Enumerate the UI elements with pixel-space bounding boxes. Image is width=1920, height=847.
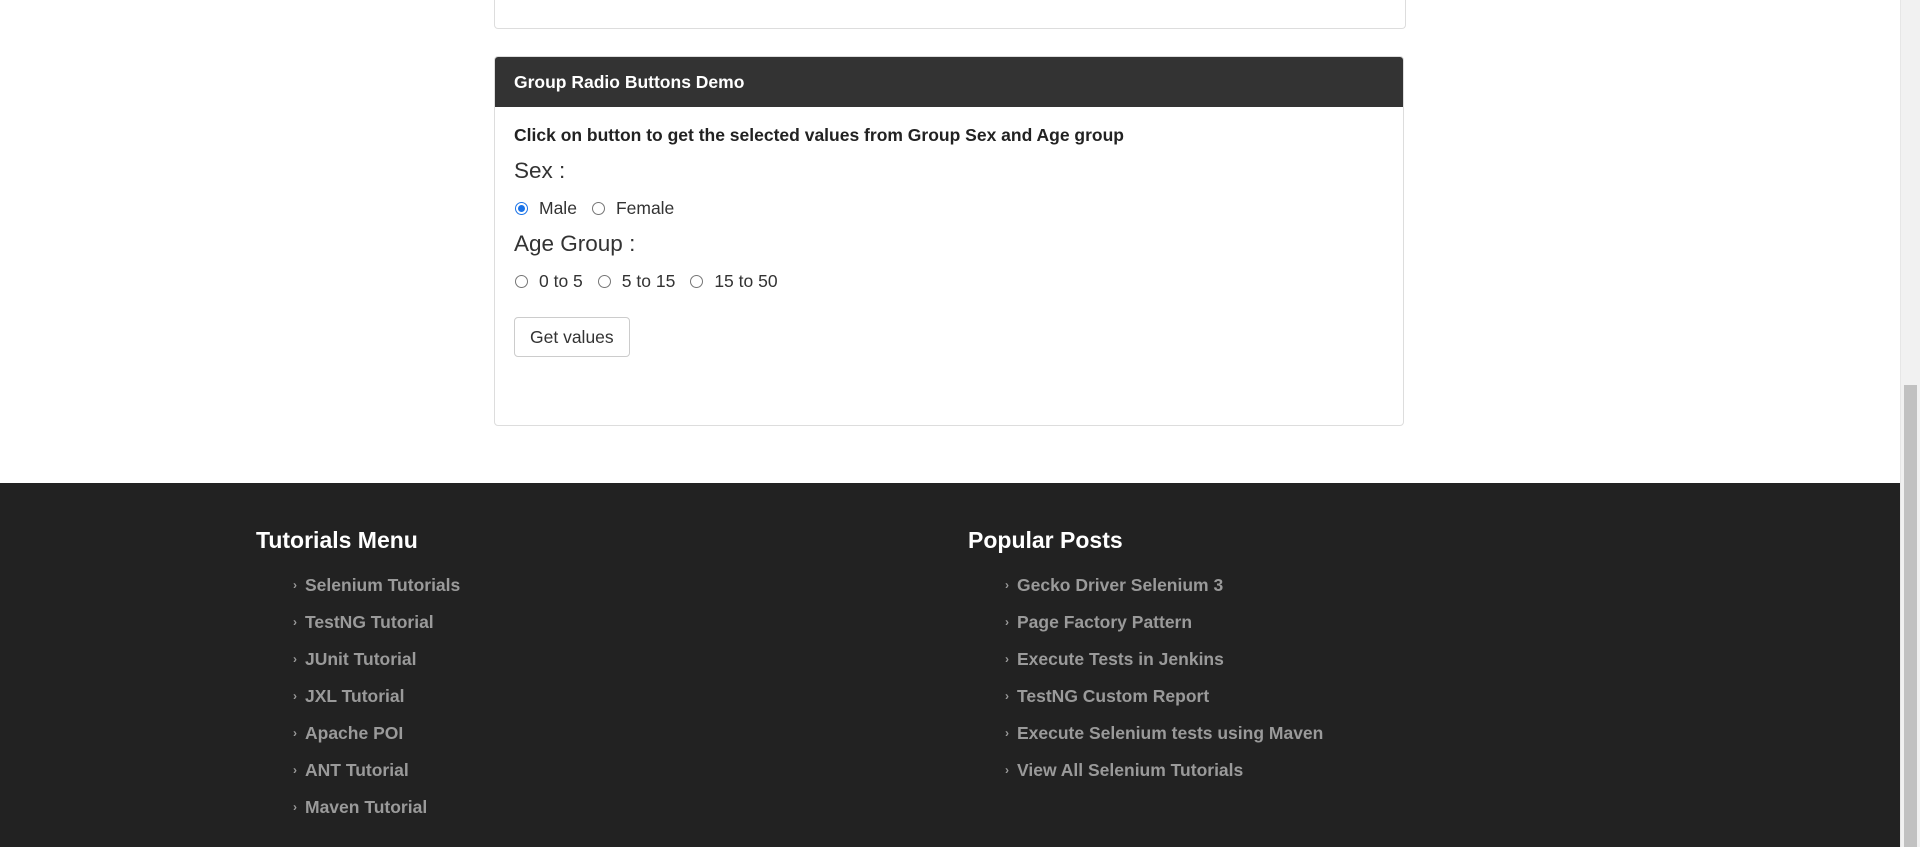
chevron-right-icon: › [1005,726,1009,740]
tutorial-link-apache-poi[interactable]: › Apache POI [293,715,460,752]
age-group-label: Age Group : [514,231,636,256]
chevron-right-icon: › [1005,763,1009,777]
popular-posts-title: Popular Posts [968,527,1123,553]
popular-posts: Popular Posts › Gecko Driver Selenium 3 ›… [968,525,1323,789]
post-link-page-factory[interactable]: › Page Factory Pattern [1005,604,1323,641]
chevron-right-icon: › [293,615,297,629]
tutorials-menu-title: Tutorials Menu [256,527,418,553]
radio-age-5-15-label: 5 to 15 [621,271,676,291]
tutorial-link-maven[interactable]: › Maven Tutorial [293,789,460,826]
link-text[interactable]: Gecko Driver Selenium 3 [1017,567,1223,604]
radio-age-0-5[interactable] [515,275,528,288]
footer: Tutorials Menu › Selenium Tutorials › Test… [0,483,1900,847]
vertical-scrollbar[interactable] [1900,0,1920,847]
chevron-right-icon: › [1005,615,1009,629]
previous-panel [494,0,1406,29]
tutorials-list: › Selenium Tutorials › TestNG Tutorial › JU… [256,567,460,826]
tutorial-link-selenium[interactable]: › Selenium Tutorials [293,567,460,604]
radio-male-label: Male [539,198,577,218]
sex-radio-group: Male Female [514,198,1384,219]
chevron-right-icon: › [293,726,297,740]
radio-age-15-50[interactable] [690,275,704,288]
chevron-right-icon: › [1005,689,1009,703]
sex-option-male[interactable]: Male [514,198,577,219]
tutorial-link-ant[interactable]: › ANT Tutorial [293,752,460,789]
chevron-right-icon: › [293,578,297,592]
instruction-text: Click on button to get the selected valu… [514,125,1124,145]
tutorials-menu: Tutorials Menu › Selenium Tutorials › Test… [256,525,460,826]
link-text[interactable]: JUnit Tutorial [305,641,416,678]
radio-age-5-15[interactable] [597,275,611,288]
age-option-5-15[interactable]: 5 to 15 [597,271,676,292]
sex-option-female[interactable]: Female [591,198,674,219]
link-text[interactable]: Selenium Tutorials [305,567,460,604]
link-text[interactable]: Apache POI [305,715,403,752]
radio-male[interactable] [515,202,528,215]
panel-body: Click on button to get the selected valu… [495,107,1403,375]
group-radio-panel: Group Radio Buttons Demo Click on button… [494,56,1404,426]
tutorial-link-junit[interactable]: › JUnit Tutorial [293,641,460,678]
post-link-maven[interactable]: › Execute Selenium tests using Maven [1005,715,1323,752]
tutorial-link-jxl[interactable]: › JXL Tutorial [293,678,460,715]
chevron-right-icon: › [1005,652,1009,666]
sex-group-label: Sex : [514,158,566,183]
link-text[interactable]: ANT Tutorial [305,752,409,789]
posts-list: › Gecko Driver Selenium 3 › Page Factory P… [968,567,1323,789]
post-link-all-tutorials[interactable]: › View All Selenium Tutorials [1005,752,1323,789]
chevron-right-icon: › [293,800,297,814]
chevron-right-icon: › [293,689,297,703]
link-text[interactable]: Execute Tests in Jenkins [1017,641,1224,678]
chevron-right-icon: › [293,763,297,777]
post-link-jenkins[interactable]: › Execute Tests in Jenkins [1005,641,1323,678]
get-values-button[interactable]: Get values [514,317,630,357]
age-radio-group: 0 to 5 5 to 15 15 to 50 [514,271,1384,292]
post-link-testng-report[interactable]: › TestNG Custom Report [1005,678,1323,715]
radio-age-0-5-label: 0 to 5 [539,271,583,291]
page: Group Radio Buttons Demo Click on button… [0,0,1920,847]
age-option-15-50[interactable]: 15 to 50 [689,271,778,292]
post-link-gecko[interactable]: › Gecko Driver Selenium 3 [1005,567,1323,604]
panel-heading: Group Radio Buttons Demo [495,57,1403,107]
link-text[interactable]: TestNG Tutorial [305,604,434,641]
link-text[interactable]: TestNG Custom Report [1017,678,1209,715]
chevron-right-icon: › [293,652,297,666]
radio-female-label: Female [615,198,675,218]
radio-female[interactable] [591,202,605,215]
chevron-right-icon: › [1005,578,1009,592]
link-text[interactable]: Page Factory Pattern [1017,604,1192,641]
link-text[interactable]: Maven Tutorial [305,789,427,826]
age-option-0-5[interactable]: 0 to 5 [514,271,583,292]
tutorial-link-testng[interactable]: › TestNG Tutorial [293,604,460,641]
scrollbar-thumb[interactable] [1904,385,1917,847]
link-text[interactable]: Execute Selenium tests using Maven [1017,715,1323,752]
link-text[interactable]: View All Selenium Tutorials [1017,752,1243,789]
radio-age-15-50-label: 15 to 50 [714,271,778,291]
link-text[interactable]: JXL Tutorial [305,678,405,715]
